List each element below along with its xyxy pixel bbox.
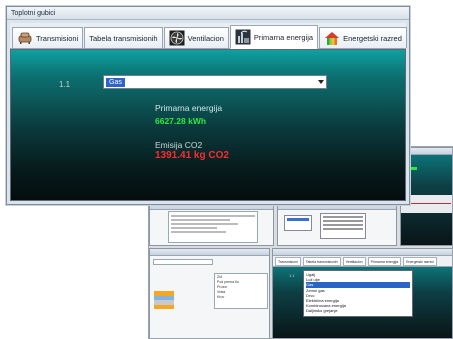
row-label: 1.1 xyxy=(59,80,71,89)
collage-tabstrip: Transmisioni Tabela transmisionih Ventil… xyxy=(273,256,452,267)
collage-window-titlebar xyxy=(273,249,452,256)
power-plant-icon xyxy=(235,29,251,45)
tab-primarna-energija[interactable]: Primarna energija xyxy=(229,25,319,49)
tab-label: Ventilacion xyxy=(187,33,224,43)
fan-icon xyxy=(169,30,185,46)
collage-window-tree xyxy=(149,202,274,246)
collage-dropdown-list: Ugalj Lož ulje Gas Zemni gas Drvo Elektr… xyxy=(303,270,413,317)
collage-window-titlebar xyxy=(150,249,269,256)
select-value: Gas xyxy=(106,78,125,87)
collage-tree xyxy=(168,211,258,243)
energy-house-icon xyxy=(325,32,340,45)
screenshot-stage: Zid Pod prema tlu Prozor Vrata Krov Tran… xyxy=(0,0,453,339)
co2-emission-value: 1391.41 kg CO2 xyxy=(155,150,229,161)
tab-ventilacion[interactable]: Ventilacion xyxy=(163,27,229,48)
co2-emission-label: Emisija CO2 xyxy=(155,140,203,150)
primary-energy-label: Primarna energija xyxy=(155,103,223,113)
collage-layer-list: Zid Pod prema tlu Prozor Vrata Krov xyxy=(214,273,268,309)
tab-label: Energetski razred xyxy=(343,33,402,43)
tabstrip: Transmisioni Tabela transmisionih Ventil… xyxy=(10,23,407,49)
tab-energetski-razred[interactable]: Energetski razred xyxy=(319,27,407,48)
collage-window-layers: Zid Pod prema tlu Prozor Vrata Krov xyxy=(149,248,270,338)
tab-label: Tabela transmisionih xyxy=(89,33,158,43)
tab-transmisioni[interactable]: Transmisioni xyxy=(12,27,84,48)
sofa-icon xyxy=(18,32,32,44)
tab-label: Transmisioni xyxy=(36,33,79,43)
window-title: Toplotni gubici xyxy=(7,7,409,20)
tab-label: Primarna energija xyxy=(253,32,314,42)
primary-energy-value: 6627.28 kWh xyxy=(155,116,207,126)
collage-window-app-dropdown: Transmisioni Tabela transmisionih Ventil… xyxy=(272,248,452,338)
main-window: Toplotni gubici Transmisioni Tabela tran… xyxy=(6,6,410,205)
chevron-down-icon[interactable] xyxy=(318,80,324,84)
energy-source-select[interactable]: Gas xyxy=(103,75,327,89)
collage-window-form xyxy=(277,202,397,246)
tab-tabela-transmisionih[interactable]: Tabela transmisionih xyxy=(84,27,163,48)
primary-energy-panel: 1.1 Gas Primarna energija 6627.28 kWh Em… xyxy=(10,49,406,201)
